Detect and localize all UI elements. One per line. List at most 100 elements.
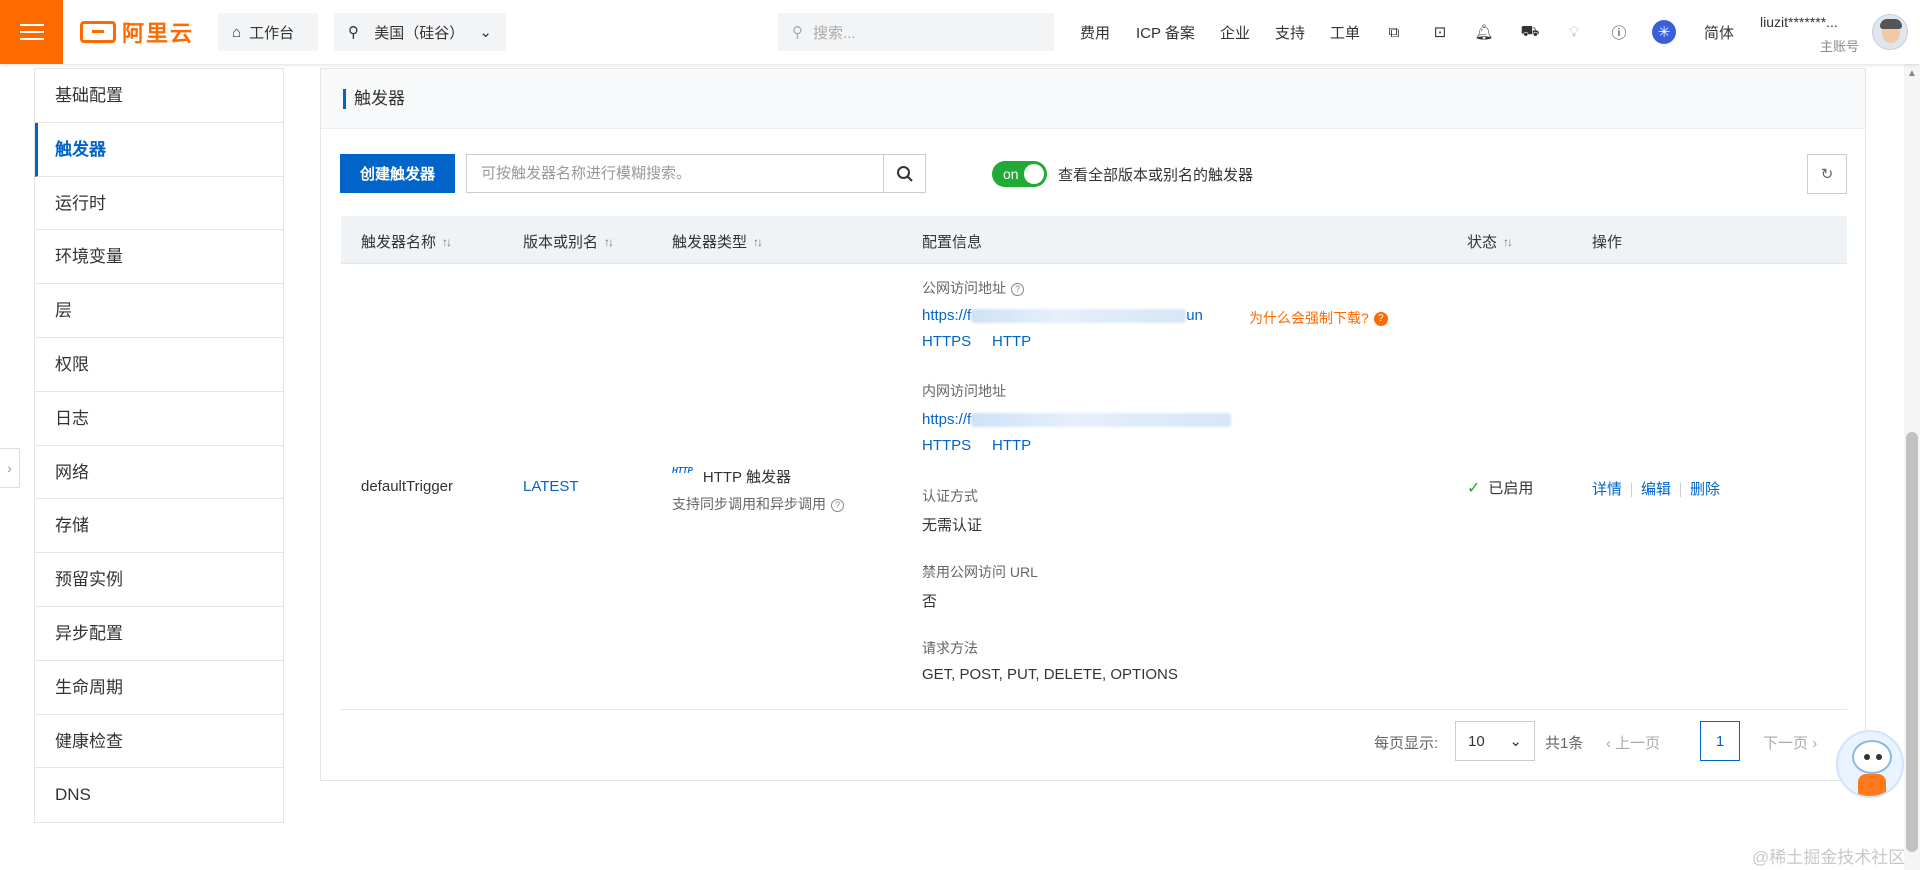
trigger-search-input[interactable] xyxy=(467,155,883,192)
table-row: defaultTrigger LATEST HTTP HTTP 触发器 支持同步调… xyxy=(341,264,1847,710)
why-force-download-link[interactable]: 为什么会强制下载?? xyxy=(1249,308,1388,328)
avatar[interactable] xyxy=(1872,14,1908,50)
sidebar-item-network[interactable]: 网络 xyxy=(35,446,283,500)
region-label: 美国（硅谷） xyxy=(374,24,465,42)
create-trigger-button[interactable]: 创建触发器 xyxy=(340,154,455,193)
sidebar-item-provisioned[interactable]: 预留实例 xyxy=(35,553,283,607)
prev-page-button[interactable]: ‹ 上一页 xyxy=(1606,732,1660,753)
cart-icon[interactable]: ⛟ xyxy=(1518,20,1542,44)
nav-enterprise[interactable]: 企业 xyxy=(1220,22,1250,43)
trigger-search xyxy=(466,154,926,193)
trigger-type-description: 支持同步调用和异步调用? xyxy=(672,494,844,514)
column-header-status[interactable]: 状态 ↑↓ xyxy=(1467,231,1513,252)
auth-label: 认证方式 xyxy=(922,488,978,504)
public-https-link[interactable]: HTTPS xyxy=(922,333,971,350)
request-method-label: 请求方法 xyxy=(922,640,978,656)
refresh-button[interactable]: ↻ xyxy=(1807,154,1847,194)
internal-url[interactable]: https://f xyxy=(922,411,1232,428)
scroll-up-arrow-icon[interactable]: ▲ xyxy=(1906,68,1918,80)
workbench-button[interactable]: ⌂ 工作台 xyxy=(218,13,318,51)
trigger-type-label: HTTP 触发器 xyxy=(702,469,791,486)
sidebar-item-dns[interactable]: DNS xyxy=(35,768,283,822)
sidebar-item-env-vars[interactable]: 环境变量 xyxy=(35,230,283,285)
help-icon[interactable]: ? xyxy=(831,498,844,512)
watermark: @稀土掘金技术社区 xyxy=(1752,848,1906,867)
chevron-down-icon: ⌄ xyxy=(1509,733,1522,750)
sidebar-item-async-config[interactable]: 异步配置 xyxy=(35,607,283,661)
lightbulb-icon[interactable]: 💡︎ xyxy=(1562,20,1586,44)
panel-header: 触发器 xyxy=(321,69,1865,129)
sidebar-item-lifecycle[interactable]: 生命周期 xyxy=(35,661,283,715)
internal-http-link[interactable]: HTTP xyxy=(992,437,1031,454)
ai-assistant-icon[interactable]: ✳ xyxy=(1652,20,1676,44)
region-selector[interactable]: ⚲ 美国（硅谷） ⌄ xyxy=(334,13,506,51)
row-actions: 详情 编辑 删除 xyxy=(1592,478,1720,499)
help-icon[interactable]: ? xyxy=(1011,282,1024,296)
request-method-value: GET, POST, PUT, DELETE, OPTIONS xyxy=(922,666,1178,683)
disable-public-url-value: 否 xyxy=(922,593,938,610)
next-page-button[interactable]: 下一页 › xyxy=(1763,732,1817,753)
aliyun-logo[interactable]: 阿里云 xyxy=(80,18,194,46)
per-page-select[interactable]: 10 ⌄ xyxy=(1455,721,1535,761)
sidebar-item-health-check[interactable]: 健康检查 xyxy=(35,715,283,769)
sidebar-item-storage[interactable]: 存储 xyxy=(35,499,283,554)
edit-link[interactable]: 编辑 xyxy=(1641,481,1671,498)
location-pin-icon: ⚲ xyxy=(348,24,359,41)
sort-icon[interactable]: ↑↓ xyxy=(753,235,763,249)
column-header-version[interactable]: 版本或别名 ↑↓ xyxy=(523,231,614,252)
scrollbar-thumb[interactable] xyxy=(1906,432,1918,852)
nav-billing[interactable]: 费用 xyxy=(1080,22,1110,43)
sidebar-item-permissions[interactable]: 权限 xyxy=(35,338,283,392)
sidebar-item-logs[interactable]: 日志 xyxy=(35,392,283,446)
check-icon: ✓ xyxy=(1467,480,1481,497)
nav-ticket[interactable]: 工单 xyxy=(1330,22,1360,43)
public-url-suffix[interactable]: un xyxy=(1186,307,1203,324)
bell-icon[interactable]: 🔔︎ xyxy=(1472,20,1496,44)
chevron-left-icon: ‹ xyxy=(1606,735,1611,752)
total-count: 共1条 xyxy=(1545,735,1584,752)
sidebar-collapse-toggle[interactable]: › xyxy=(0,448,20,488)
chevron-right-icon: › xyxy=(1812,735,1818,752)
details-link[interactable]: 详情 xyxy=(1592,481,1622,498)
support-assistant-button[interactable] xyxy=(1836,730,1904,798)
sidebar-item-runtime[interactable]: 运行时 xyxy=(35,177,283,231)
sort-icon[interactable]: ↑↓ xyxy=(1503,235,1513,249)
sidebar-item-layers[interactable]: 层 xyxy=(35,284,283,338)
trigger-version-link[interactable]: LATEST xyxy=(523,478,579,495)
global-search-input[interactable]: ⚲ 搜索... xyxy=(778,13,1054,51)
user-name[interactable]: liuzit*******... xyxy=(1760,14,1838,30)
internal-url-prefix[interactable]: https://f xyxy=(922,411,971,428)
sort-icon[interactable]: ↑↓ xyxy=(442,235,452,249)
column-header-type[interactable]: 触发器类型 ↑↓ xyxy=(672,231,763,252)
sort-icon[interactable]: ↑↓ xyxy=(604,235,614,249)
workbench-label: 工作台 xyxy=(249,24,295,42)
public-url-label: 公网访问地址? xyxy=(922,278,1024,298)
trigger-search-button[interactable] xyxy=(883,155,925,192)
delete-link[interactable]: 删除 xyxy=(1690,481,1720,498)
internal-https-link[interactable]: HTTPS xyxy=(922,437,971,454)
home-icon: ⌂ xyxy=(232,23,242,41)
code-icon[interactable]: ⧉ xyxy=(1382,20,1406,44)
logo-mark-icon xyxy=(80,21,116,43)
page-number-current[interactable]: 1 xyxy=(1700,721,1740,761)
per-page-label: 每页显示: xyxy=(1374,735,1439,752)
internal-url-label: 内网访问地址 xyxy=(922,383,1006,399)
triggers-table-header: 触发器名称 ↑↓ 版本或别名 ↑↓ 触发器类型 ↑↓ 配置信息 状态 ↑↓ 操作 xyxy=(341,216,1847,264)
column-header-name[interactable]: 触发器名称 ↑↓ xyxy=(361,231,452,252)
hamburger-menu-button[interactable] xyxy=(0,0,63,64)
terminal-icon[interactable]: ⊡ xyxy=(1428,20,1452,44)
column-header-config: 配置信息 xyxy=(922,234,983,251)
panel-title: 触发器 xyxy=(343,89,405,109)
language-switch[interactable]: 简体 xyxy=(1704,22,1734,43)
sidebar-item-basic-config[interactable]: 基础配置 xyxy=(35,69,283,123)
public-url-prefix[interactable]: https://f xyxy=(922,307,971,324)
nav-icp[interactable]: ICP 备案 xyxy=(1136,22,1195,43)
public-url[interactable]: https://f un xyxy=(922,307,1203,324)
public-http-link[interactable]: HTTP xyxy=(992,333,1031,350)
question-icon: ? xyxy=(1373,312,1388,327)
nav-support[interactable]: 支持 xyxy=(1275,22,1305,43)
help-icon[interactable]: ⓘ xyxy=(1607,20,1631,44)
show-all-versions-toggle[interactable]: on xyxy=(992,161,1047,187)
function-config-sidebar: 基础配置 触发器 运行时 环境变量 层 权限 日志 网络 存储 预留实例 异步配… xyxy=(34,68,284,824)
sidebar-item-triggers[interactable]: 触发器 xyxy=(35,122,283,177)
